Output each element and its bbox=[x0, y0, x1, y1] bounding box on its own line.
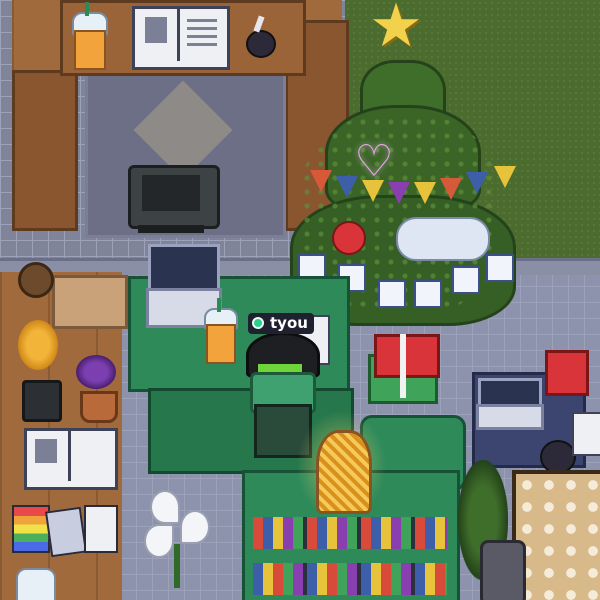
laptop-screen bbox=[148, 244, 220, 292]
flag bbox=[336, 176, 358, 198]
pot-icon[interactable] bbox=[18, 262, 54, 298]
snowflake-icon bbox=[452, 266, 480, 294]
ink-pot[interactable] bbox=[244, 15, 276, 58]
chair-icon[interactable] bbox=[128, 165, 220, 237]
book-picture bbox=[35, 439, 57, 463]
book-spine bbox=[68, 431, 71, 481]
flag bbox=[414, 182, 436, 204]
flag bbox=[440, 178, 462, 200]
drink-icon bbox=[74, 30, 106, 70]
wooden-pillar-left bbox=[12, 70, 78, 231]
books-row-1 bbox=[253, 517, 447, 549]
flag bbox=[388, 182, 410, 204]
laptop-keyboard bbox=[476, 404, 544, 430]
flower-icon[interactable] bbox=[14, 320, 64, 422]
book-icon[interactable] bbox=[24, 428, 118, 490]
snowflake-icon bbox=[486, 254, 514, 282]
stone-statue bbox=[480, 540, 526, 600]
chair-seat bbox=[142, 175, 200, 211]
game-scene[interactable]: ♡ ★ tyou bbox=[0, 0, 600, 600]
book-picture bbox=[145, 17, 167, 43]
flag bbox=[310, 170, 332, 192]
ink-pot-body bbox=[246, 30, 276, 58]
terracotta-pot bbox=[80, 391, 118, 423]
flag bbox=[494, 166, 516, 188]
sunflowers bbox=[18, 320, 58, 370]
straw bbox=[217, 298, 221, 312]
gift-red-box bbox=[374, 334, 440, 378]
flag bbox=[466, 172, 488, 194]
pot-dark bbox=[22, 380, 62, 422]
lily-flower bbox=[150, 490, 180, 524]
online-status-icon bbox=[252, 317, 264, 329]
book-spine bbox=[177, 9, 180, 61]
snowflake-icon bbox=[378, 280, 406, 308]
chair-base bbox=[138, 225, 204, 233]
book-icon[interactable] bbox=[132, 6, 230, 70]
bubble-tea-top[interactable] bbox=[68, 2, 108, 72]
flag bbox=[362, 180, 384, 202]
photo-cards[interactable] bbox=[12, 505, 118, 558]
drink-icon[interactable] bbox=[16, 568, 56, 600]
star-icon: ★ bbox=[369, 0, 423, 61]
bunting-flags bbox=[310, 166, 516, 204]
drink-icon[interactable] bbox=[200, 298, 240, 368]
cup-body bbox=[206, 324, 236, 364]
laptop-icon[interactable] bbox=[476, 378, 544, 430]
violet-flower-pot[interactable] bbox=[74, 355, 120, 423]
straw bbox=[85, 2, 89, 16]
player-name-tag[interactable]: tyou bbox=[248, 313, 314, 334]
gift-icon[interactable] bbox=[545, 350, 589, 396]
gift-ribbon bbox=[400, 334, 406, 398]
books-row-2 bbox=[253, 563, 447, 595]
hat-band bbox=[258, 364, 302, 372]
snowflake-icon bbox=[414, 280, 442, 308]
card bbox=[44, 506, 88, 558]
gift-icon[interactable] bbox=[368, 334, 440, 404]
lamp-icon[interactable] bbox=[316, 430, 372, 514]
lily-icon[interactable] bbox=[140, 480, 220, 590]
ink-pot[interactable] bbox=[540, 440, 576, 474]
book-icon[interactable] bbox=[572, 412, 600, 456]
lily-stem bbox=[174, 544, 180, 588]
lily-flower bbox=[144, 524, 174, 558]
player-name: tyou bbox=[270, 314, 308, 332]
violets bbox=[76, 355, 116, 389]
book-text-lines bbox=[187, 19, 217, 22]
lily-flower bbox=[180, 510, 210, 544]
card bbox=[84, 505, 118, 553]
